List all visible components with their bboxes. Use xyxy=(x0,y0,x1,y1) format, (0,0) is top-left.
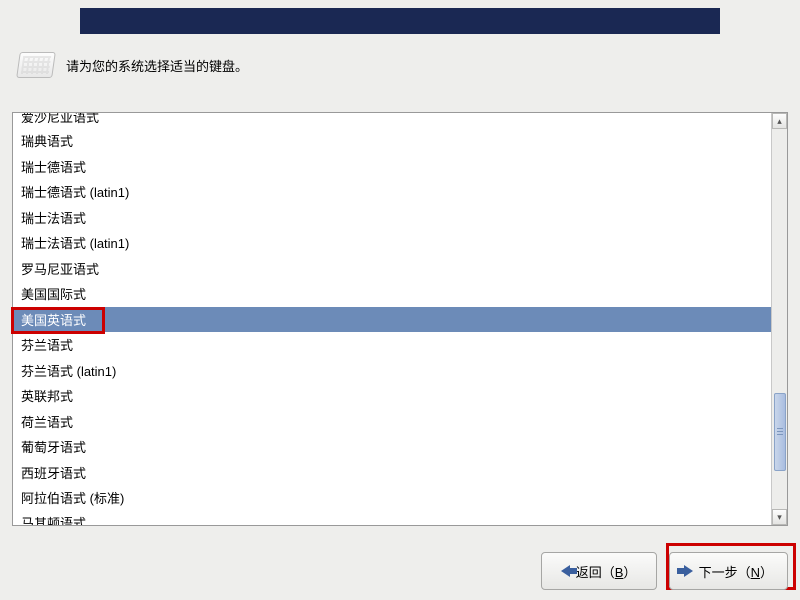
list-item[interactable]: 美国英语式 xyxy=(13,307,771,333)
arrow-right-icon xyxy=(684,565,693,577)
list-item[interactable]: 芬兰语式 xyxy=(13,332,771,358)
list-item-label: 美国英语式 xyxy=(21,310,86,329)
list-item-label: 瑞典语式 xyxy=(21,131,73,150)
header-banner xyxy=(80,8,720,34)
list-item-label: 罗马尼亚语式 xyxy=(21,259,99,278)
instruction-text: 请为您的系统选择适当的键盘。 xyxy=(66,56,248,75)
list-item[interactable]: 荷兰语式 xyxy=(13,409,771,435)
list-item-label: 阿拉伯语式 (标准) xyxy=(21,488,124,507)
back-button-label: 返回（B） xyxy=(576,562,637,581)
list-item[interactable]: 瑞士德语式 xyxy=(13,154,771,180)
list-item[interactable]: 瑞士法语式 xyxy=(13,205,771,231)
keyboard-icon xyxy=(16,52,56,78)
next-button[interactable]: 下一步（N） xyxy=(669,552,788,590)
back-button[interactable]: 返回（B） xyxy=(541,552,657,590)
list-item-label: 瑞士德语式 xyxy=(21,157,86,176)
list-item[interactable]: 美国国际式 xyxy=(13,281,771,307)
list-item[interactable]: 爱沙尼亚语式 xyxy=(13,113,771,128)
list-item-label: 美国国际式 xyxy=(21,284,86,303)
button-bar: 返回（B） 下一步（N） xyxy=(541,552,788,590)
list-item[interactable]: 芬兰语式 (latin1) xyxy=(13,358,771,384)
list-item[interactable]: 瑞士德语式 (latin1) xyxy=(13,179,771,205)
scrollbar[interactable]: ▴ ▾ xyxy=(771,113,787,525)
list-item[interactable]: 英联邦式 xyxy=(13,383,771,409)
list-item-label: 葡萄牙语式 xyxy=(21,437,86,456)
list-item[interactable]: 葡萄牙语式 xyxy=(13,434,771,460)
list-item-label: 瑞士法语式 xyxy=(21,208,86,227)
list-item[interactable]: 马其顿语式 xyxy=(13,511,771,526)
list-item-label: 西班牙语式 xyxy=(21,463,86,482)
keyboard-layout-list: 爱沙尼亚语式瑞典语式瑞士德语式瑞士德语式 (latin1) 瑞士法语式瑞士法语式 … xyxy=(12,112,788,526)
scroll-thumb[interactable] xyxy=(774,393,786,471)
scroll-down-button[interactable]: ▾ xyxy=(772,509,787,525)
list-item-label: 瑞士德语式 (latin1) xyxy=(21,182,129,201)
list-item-label: 荷兰语式 xyxy=(21,412,73,431)
instruction-row: 请为您的系统选择适当的键盘。 xyxy=(18,52,248,78)
list-item-label: 瑞士法语式 (latin1) xyxy=(21,233,129,252)
list-item[interactable]: 罗马尼亚语式 xyxy=(13,256,771,282)
list-item[interactable]: 瑞典语式 xyxy=(13,128,771,154)
list-item[interactable]: 瑞士法语式 (latin1) xyxy=(13,230,771,256)
arrow-left-icon xyxy=(561,565,570,577)
list-item-label: 英联邦式 xyxy=(21,386,73,405)
next-button-label: 下一步（N） xyxy=(699,562,773,581)
list-item-label: 爱沙尼亚语式 xyxy=(21,113,99,126)
list-item[interactable]: 阿拉伯语式 (标准) xyxy=(13,485,771,511)
list-item-label: 芬兰语式 xyxy=(21,335,73,354)
list-item[interactable]: 西班牙语式 xyxy=(13,460,771,486)
list-item-label: 芬兰语式 (latin1) xyxy=(21,361,116,380)
list-item-label: 马其顿语式 xyxy=(21,513,86,526)
scroll-up-button[interactable]: ▴ xyxy=(772,113,787,129)
